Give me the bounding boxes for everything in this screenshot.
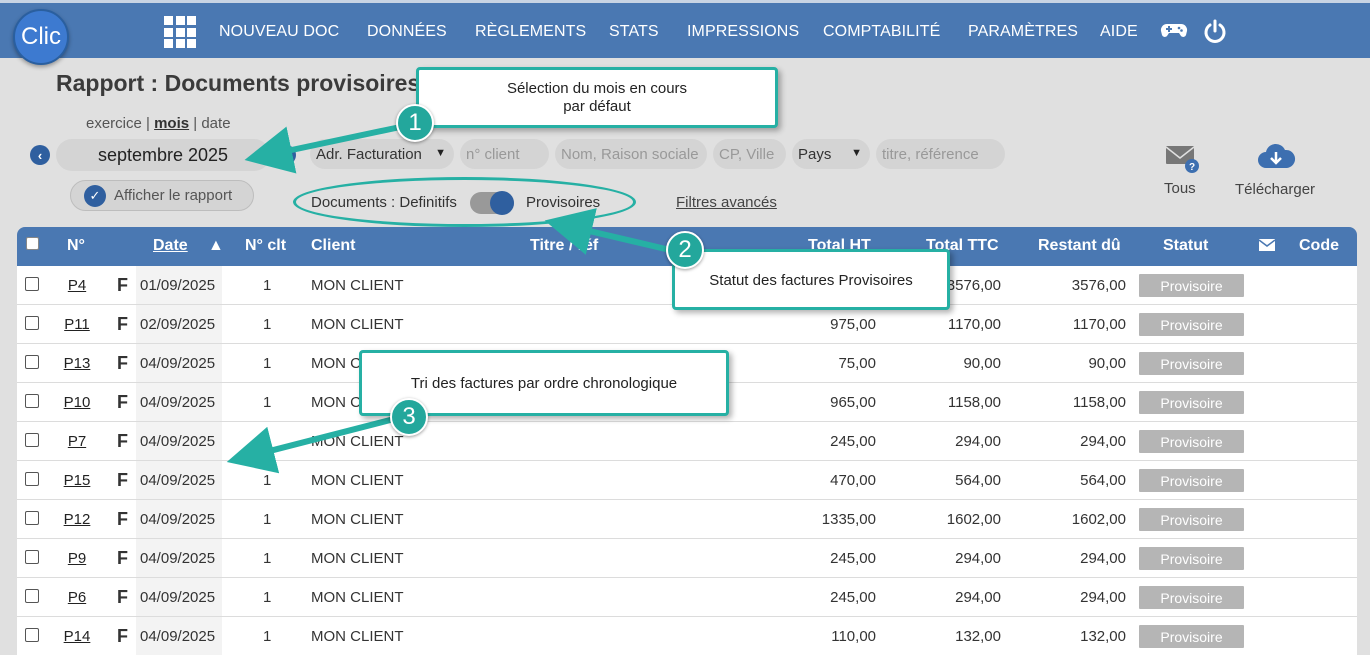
annotation-number-1: 1	[396, 104, 434, 142]
callout-1-line-1: Sélection du mois en cours	[506, 80, 688, 97]
callout-provisional-status: Statut des factures Provisoires	[672, 249, 950, 310]
annotation-number-3: 3	[390, 398, 428, 436]
callout-month-selection: Sélection du mois en cours par défaut	[416, 67, 778, 128]
callout-1-line-2: par défaut	[563, 98, 631, 115]
toggle-highlight-oval	[293, 177, 636, 227]
annotation-number-2: 2	[666, 231, 704, 269]
